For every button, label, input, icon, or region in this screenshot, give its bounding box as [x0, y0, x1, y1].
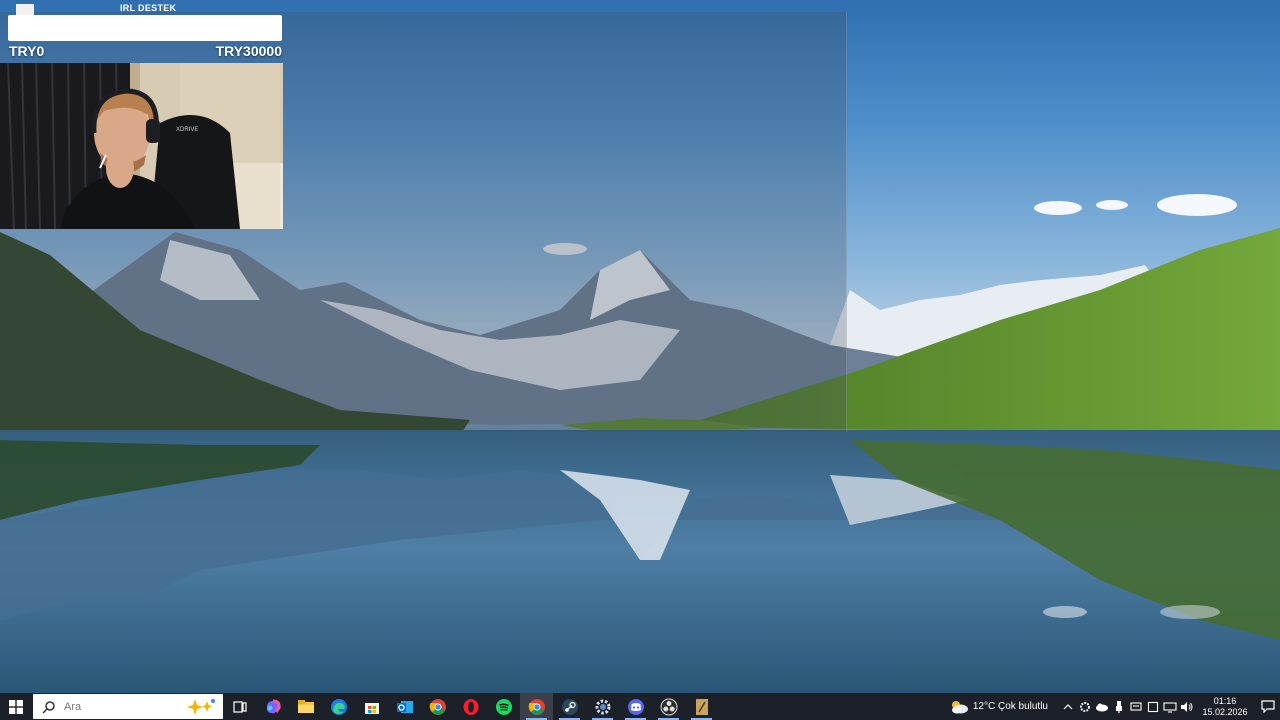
volume-button[interactable] — [1179, 693, 1195, 720]
action-center-button[interactable] — [1128, 693, 1144, 720]
chrome-button[interactable] — [421, 693, 454, 720]
clock-time: 01:16 — [1213, 695, 1237, 706]
task-view-button[interactable] — [223, 693, 256, 720]
copilot-button[interactable] — [256, 693, 289, 720]
chrome-active-button[interactable] — [520, 693, 553, 720]
app-icon — [695, 698, 708, 715]
donation-title: IRL DESTEK — [120, 3, 177, 13]
speaker-icon — [1181, 701, 1193, 712]
store-icon — [364, 702, 379, 714]
steam-button[interactable] — [553, 693, 586, 720]
sparkle-icon — [187, 699, 215, 715]
store-button[interactable] — [355, 693, 388, 720]
file-explorer-button[interactable] — [289, 693, 322, 720]
search-icon — [42, 700, 55, 714]
spotify-button[interactable] — [487, 693, 520, 720]
obs-button[interactable] — [652, 693, 685, 720]
task-view-icon — [232, 700, 247, 713]
weather-temperature: 12°C — [972, 701, 996, 712]
settings-button[interactable] — [586, 693, 619, 720]
chevron-up-icon — [1063, 703, 1073, 709]
notification-icon — [1261, 700, 1275, 713]
tray-app-2-button[interactable] — [1145, 693, 1161, 720]
windows-logo-icon — [9, 699, 23, 714]
outlook-icon — [396, 700, 413, 713]
onedrive-button[interactable] — [1094, 693, 1110, 720]
outlook-button[interactable] — [388, 693, 421, 720]
svg-text:XDRIVE: XDRIVE — [176, 127, 198, 133]
copilot-icon — [266, 699, 281, 713]
webcam-feed: XDRIVE — [0, 63, 283, 229]
notifications-button[interactable] — [1256, 693, 1280, 720]
system-tray: 12°C Çok bulutlu 01:16 15.02.2026 — [949, 693, 1280, 720]
show-hidden-icons-button[interactable] — [1060, 693, 1076, 720]
donation-target-amount: TRY30000 — [215, 43, 282, 59]
square-icon — [1147, 701, 1159, 712]
obs-icon — [660, 698, 677, 715]
edge-icon — [330, 698, 347, 715]
edge-button[interactable] — [322, 693, 355, 720]
chrome-icon — [429, 698, 446, 715]
cloud-icon — [1096, 703, 1108, 711]
gear-icon — [595, 699, 610, 714]
network-icon — [1163, 701, 1177, 713]
opera-icon — [463, 698, 478, 715]
network-button[interactable] — [1162, 693, 1178, 720]
donation-progress-bar — [8, 15, 282, 41]
cloudy-weather-icon — [951, 700, 968, 713]
message-icon — [1130, 701, 1142, 711]
discord-icon — [627, 698, 644, 715]
donation-goal-widget: IRL DESTEK TRY0 TRY30000 — [0, 0, 284, 62]
discord-button[interactable] — [619, 693, 652, 720]
donation-current-amount: TRY0 — [9, 43, 45, 59]
gear-icon — [1080, 701, 1090, 712]
clock[interactable]: 01:16 15.02.2026 — [1202, 696, 1248, 718]
usb-icon — [1116, 700, 1122, 713]
search-box[interactable] — [33, 694, 223, 719]
tray-app-button[interactable] — [1077, 693, 1093, 720]
start-button[interactable] — [0, 693, 32, 720]
chrome-icon — [528, 698, 545, 715]
weather-condition: Çok bulutlu — [997, 701, 1048, 712]
opera-button[interactable] — [454, 693, 487, 720]
file-explorer-icon — [297, 699, 314, 713]
search-input[interactable] — [62, 699, 186, 714]
steam-icon — [561, 698, 578, 715]
streamer-webcam-image: XDRIVE — [0, 63, 283, 229]
app-button[interactable] — [685, 693, 718, 720]
clock-date: 15.02.2026 — [1202, 706, 1248, 717]
spotify-icon — [495, 698, 512, 715]
weather-widget[interactable]: 12°C Çok bulutlu — [949, 699, 1048, 715]
usb-button[interactable] — [1111, 693, 1127, 720]
taskbar: 12°C Çok bulutlu — [0, 693, 1280, 720]
